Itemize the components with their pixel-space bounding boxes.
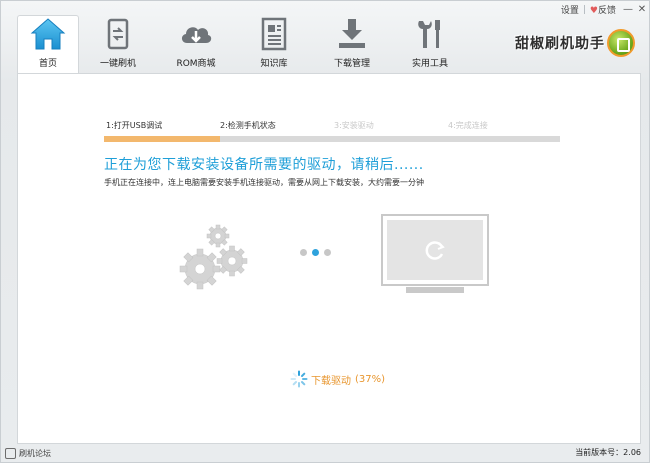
- nav-label: 一键刷机: [99, 59, 136, 69]
- nav-label: ROM商城: [176, 59, 216, 69]
- version-label: 当前版本号：2.06: [575, 448, 641, 457]
- step-progress-bar: [104, 136, 560, 142]
- nav-downloads[interactable]: 下载管理: [313, 15, 391, 73]
- system-bar: 设置 ♥反馈 — ✕: [556, 1, 649, 17]
- step-label-complete: 4:完成连接: [448, 121, 488, 130]
- step-label-detect: 2:检测手机状态: [220, 121, 276, 130]
- step-label-usb-debug: 1:打开USB调试: [106, 121, 163, 130]
- app-window: 设置 ♥反馈 — ✕ 首页 一键刷机 ROM商城 知识库 下载管理 实用工具 甜…: [0, 0, 650, 463]
- close-button[interactable]: ✕: [635, 4, 649, 15]
- page-title: 正在为您下载安装设备所需要的驱动，请稍后......: [104, 157, 424, 173]
- home-icon: [28, 16, 68, 52]
- document-icon: [254, 16, 294, 52]
- forum-label: 刷机论坛: [19, 449, 51, 458]
- brand: 甜椒刷机助手: [515, 29, 635, 57]
- loading-spinner-icon: [290, 370, 308, 388]
- nav-knowledge[interactable]: 知识库: [235, 15, 313, 73]
- brand-logo-icon: [607, 29, 635, 57]
- dot: [300, 249, 307, 256]
- nav-label: 下载管理: [333, 59, 370, 69]
- nav-flash[interactable]: 一键刷机: [79, 15, 157, 73]
- progress-label: 下载驱动: [311, 375, 351, 387]
- feedback-label: 反馈: [597, 5, 616, 16]
- phone-flash-icon: [98, 16, 138, 52]
- nav-label: 首页: [38, 59, 57, 69]
- dot: [324, 249, 331, 256]
- minimize-button[interactable]: —: [621, 4, 635, 15]
- settings-link[interactable]: 设置: [556, 3, 584, 16]
- brand-name: 甜椒刷机助手: [515, 36, 605, 52]
- main-nav: 首页 一键刷机 ROM商城 知识库 下载管理 实用工具: [17, 15, 469, 73]
- progress-percent: (37%): [355, 373, 386, 385]
- step-segment: [332, 136, 446, 142]
- nav-label: 知识库: [260, 59, 288, 69]
- step-label-install-driver: 3:安装驱动: [334, 121, 374, 130]
- step-segment: [104, 136, 218, 142]
- connection-steps: 1:打开USB调试 2:检测手机状态 3:安装驱动 4:完成连接: [104, 120, 560, 142]
- content-panel: 1:打开USB调试 2:检测手机状态 3:安装驱动 4:完成连接 正在为您下载安…: [17, 73, 641, 444]
- gears-icon: [178, 224, 258, 294]
- dot: [312, 249, 319, 256]
- forum-link[interactable]: 刷机论坛: [5, 448, 51, 459]
- download-progress: 下载驱动 (37%): [290, 370, 385, 388]
- feedback-link[interactable]: ♥反馈: [585, 3, 621, 16]
- step-segment: [218, 136, 332, 142]
- step-segment: [446, 136, 560, 142]
- nav-label: 实用工具: [411, 59, 448, 69]
- nav-rom-store[interactable]: ROM商城: [157, 15, 235, 73]
- nav-home[interactable]: 首页: [17, 15, 79, 73]
- heart-icon: ♥: [589, 5, 598, 16]
- download-tray-icon: [332, 16, 372, 52]
- tools-icon: [410, 16, 450, 52]
- nav-tools[interactable]: 实用工具: [391, 15, 469, 73]
- connection-dots: [300, 249, 331, 256]
- monitor-icon: [380, 214, 490, 296]
- forum-icon: [5, 448, 16, 459]
- cloud-download-icon: [176, 16, 216, 52]
- description-text: 手机正在连接中，连上电脑需要安装手机连接驱动，需要从网上下载安装，大约需要一分钟: [104, 178, 424, 187]
